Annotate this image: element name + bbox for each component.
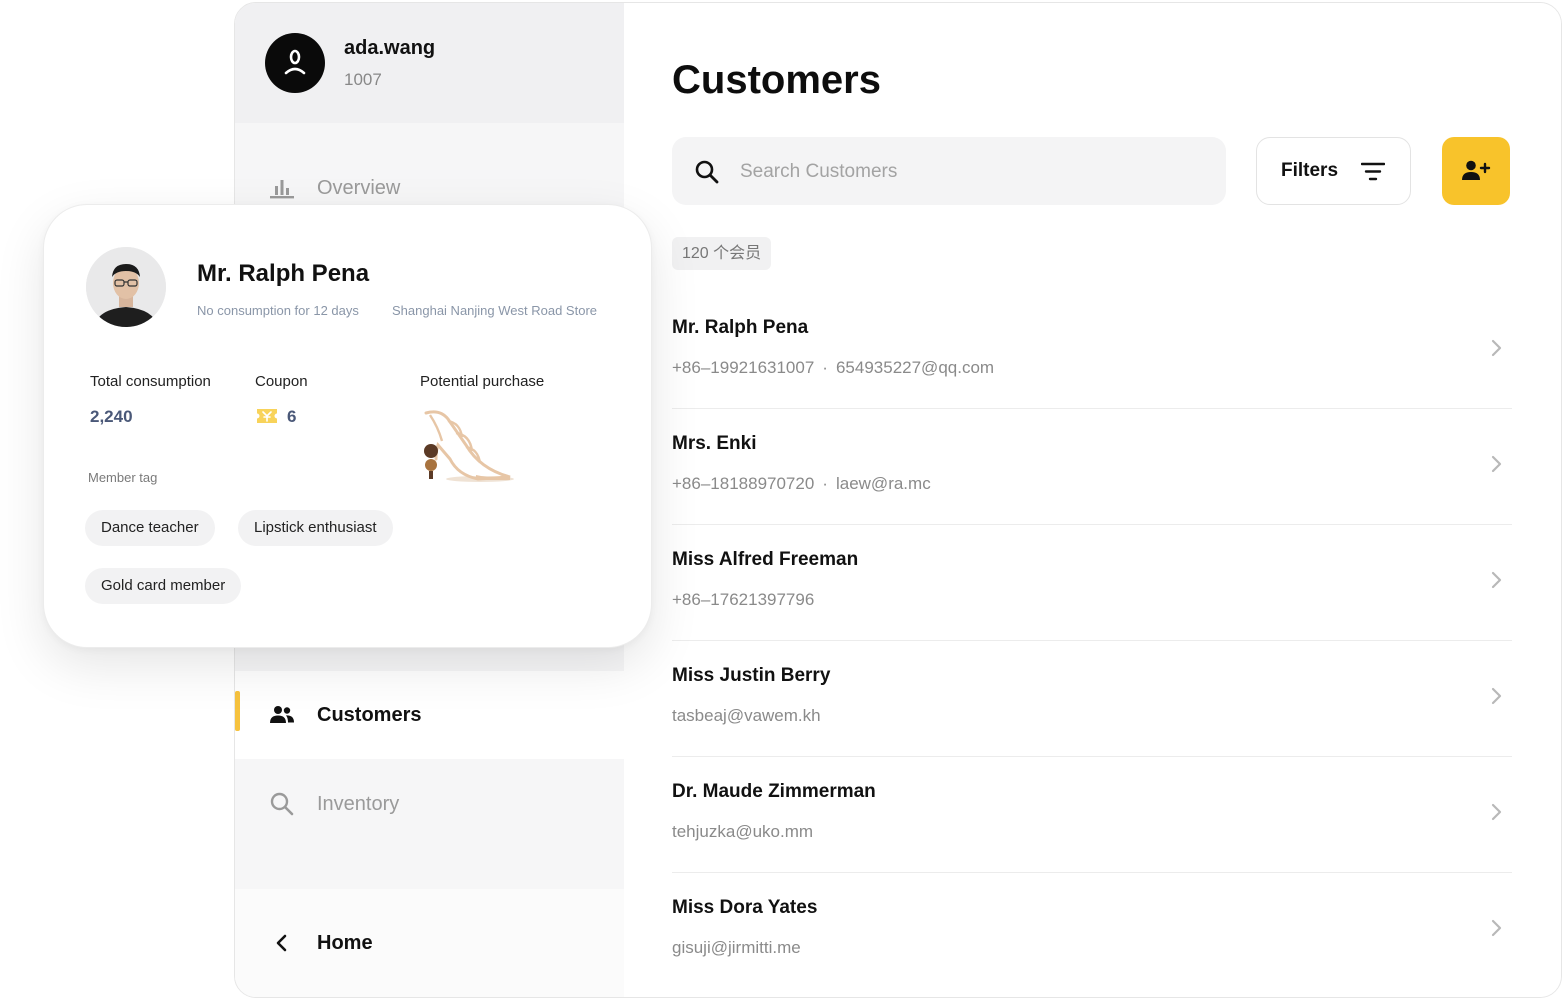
- separator-dot: ·: [822, 358, 828, 377]
- customer-email: tehjuzka@uko.mm: [672, 822, 814, 841]
- customer-row[interactable]: Dr. Maude Zimmerman tehjuzka@uko.mm: [672, 757, 1512, 873]
- member-tag[interactable]: Lipstick enthusiast: [238, 510, 393, 546]
- total-consumption-value: 2,240: [90, 407, 133, 426]
- chevron-right-icon: [1490, 685, 1504, 707]
- customer-email: 654935227@qq.com: [835, 358, 995, 377]
- customer-name: Miss Dora Yates: [672, 897, 818, 918]
- total-consumption-label: Total consumption: [90, 373, 211, 390]
- customer-contact: +86–17621397796: [672, 590, 814, 610]
- customer-contact: tasbeaj@vawem.kh: [672, 706, 821, 726]
- bar-chart-icon: [269, 177, 295, 199]
- user-header: ada.wang 1007: [235, 3, 624, 123]
- user-id: 1007: [344, 70, 382, 89]
- main-content: Customers Filters: [624, 3, 1561, 997]
- customer-email: laew@ra.mc: [835, 474, 931, 493]
- customer-email: tasbeaj@vawem.kh: [672, 706, 821, 725]
- filters-button[interactable]: Filters: [1256, 137, 1411, 205]
- nav-inventory[interactable]: Inventory: [235, 760, 624, 848]
- nav-overview-label: Overview: [317, 176, 401, 199]
- customer-row[interactable]: Miss Justin Berry tasbeaj@vawem.kh: [672, 641, 1512, 757]
- member-count-badge: 120 个会员: [672, 237, 772, 270]
- coupon-value: 6: [287, 407, 297, 426]
- customer-row[interactable]: Mr. Ralph Pena +86–19921631007 · 654935227@…: [672, 293, 1512, 409]
- chevron-right-icon: [1490, 801, 1504, 823]
- nav-inventory-label: Inventory: [317, 792, 400, 815]
- customer-name: Dr. Maude Zimmerman: [672, 781, 876, 802]
- customer-name: Mr. Ralph Pena: [672, 317, 809, 338]
- customer-row[interactable]: Miss Alfred Freeman +86–17621397796: [672, 525, 1512, 641]
- chevron-right-icon: [1490, 453, 1504, 475]
- potential-purchase-shoe-image[interactable]: [418, 405, 518, 490]
- customer-contact: +86–19921631007 · 654935227@qq.com: [672, 358, 994, 378]
- nav-home-label: Home: [317, 931, 373, 954]
- search-icon: [269, 791, 295, 817]
- filters-label: Filters: [1281, 160, 1339, 181]
- customer-name: Mrs. Enki: [672, 433, 757, 454]
- nav-customers-label: Customers: [317, 703, 422, 726]
- customer-phone: +86–17621397796: [672, 590, 815, 609]
- customer-phone: +86–18188970720: [672, 474, 815, 493]
- search-input[interactable]: [738, 137, 1212, 207]
- customer-contact: gisuji@jirmitti.me: [672, 938, 801, 958]
- filter-lines-icon: [1361, 161, 1385, 183]
- search-icon: [694, 159, 720, 185]
- separator-dot: ·: [822, 474, 828, 493]
- user-avatar[interactable]: [265, 33, 325, 93]
- customer-profile-card: Mr. Ralph Pena No consumption for 12 day…: [43, 204, 652, 648]
- coupon-ticket-icon: [256, 407, 278, 425]
- customer-phone: +86–19921631007: [672, 358, 815, 377]
- users-icon: [269, 704, 295, 726]
- chevron-right-icon: [1490, 569, 1504, 591]
- chevron-right-icon: [1490, 917, 1504, 939]
- customer-photo: [86, 247, 166, 327]
- customer-row[interactable]: Mrs. Enki +86–18188970720 · laew@ra.mc: [672, 409, 1512, 525]
- chevron-right-icon: [1490, 337, 1504, 359]
- customer-email: gisuji@jirmitti.me: [672, 938, 801, 957]
- member-tag-title: Member tag: [88, 470, 158, 485]
- profile-last-consumption: No consumption for 12 days: [197, 303, 359, 318]
- page-title: Customers: [672, 58, 881, 102]
- add-customer-button[interactable]: [1442, 137, 1510, 205]
- chevron-left-icon: [269, 932, 295, 954]
- nav-customers[interactable]: Customers: [235, 671, 624, 759]
- customer-contact: +86–18188970720 · laew@ra.mc: [672, 474, 931, 494]
- profile-store: Shanghai Nanjing West Road Store: [392, 303, 597, 318]
- customer-list: Mr. Ralph Pena +86–19921631007 · 654935227@…: [672, 293, 1512, 988]
- coupon-label: Coupon: [255, 373, 308, 390]
- member-tag[interactable]: Gold card member: [85, 568, 242, 604]
- customer-contact: tehjuzka@uko.mm: [672, 822, 813, 842]
- add-user-icon: [1462, 160, 1491, 180]
- customer-row[interactable]: Miss Dora Yates gisuji@jirmitti.me: [672, 873, 1512, 988]
- potential-purchase-label: Potential purchase: [420, 373, 545, 390]
- user-name: ada.wang: [344, 37, 436, 59]
- search-box[interactable]: [672, 137, 1226, 207]
- customer-name: Miss Alfred Freeman: [672, 549, 859, 570]
- customer-name: Miss Justin Berry: [672, 665, 831, 686]
- nav-home[interactable]: Home: [235, 899, 624, 987]
- member-tag[interactable]: Dance teacher: [85, 510, 215, 546]
- profile-name: Mr. Ralph Pena: [197, 260, 370, 287]
- sad-face-icon: [284, 49, 306, 75]
